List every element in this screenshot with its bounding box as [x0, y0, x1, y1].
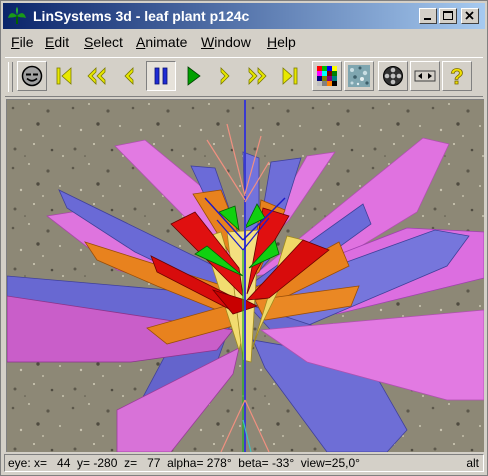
help-button[interactable]: ? — [442, 61, 472, 91]
toolbar: ? — [5, 57, 483, 97]
minimize-button[interactable] — [419, 8, 437, 24]
rewind-icon — [87, 67, 106, 85]
play-button[interactable] — [178, 61, 208, 91]
rewind-button[interactable] — [82, 61, 112, 91]
status-bar: eye: x= 44 y= -280 z= 77 alpha= 278° bet… — [4, 454, 484, 472]
toolbar-grip[interactable] — [8, 62, 13, 92]
menu-animate[interactable]: Animate — [136, 34, 187, 50]
app-window: LinSystems 3d - leaf plant p124c File Ed… — [0, 0, 488, 476]
menu-file[interactable]: File — [11, 34, 34, 50]
camera-status: eye: x= 44 y= -280 z= 77 alpha= 278° bet… — [8, 456, 360, 470]
first-frame-icon — [56, 67, 72, 85]
step-forward-icon — [220, 67, 230, 85]
render-viewport[interactable] — [6, 99, 484, 452]
close-button[interactable] — [461, 8, 479, 24]
maximize-icon — [443, 11, 453, 20]
film-reel-button[interactable] — [378, 61, 408, 91]
step-back-icon — [124, 67, 134, 85]
color-palette-icon — [317, 66, 337, 86]
texture-icon — [348, 65, 370, 87]
help-icon: ? — [450, 65, 464, 87]
step-forward-button[interactable] — [210, 61, 240, 91]
first-frame-button[interactable] — [50, 61, 80, 91]
menu-window[interactable]: Window — [201, 34, 251, 50]
last-frame-button[interactable] — [274, 61, 304, 91]
menu-select[interactable]: Select — [84, 34, 123, 50]
pause-icon — [154, 67, 168, 85]
size-toggle-button[interactable] — [410, 61, 440, 91]
close-icon — [465, 11, 474, 20]
step-back-button[interactable] — [114, 61, 144, 91]
plant-render — [7, 100, 484, 452]
play-icon — [187, 66, 201, 86]
size-toggle-icon — [414, 70, 436, 82]
mode-indicator: alt — [466, 456, 479, 470]
fast-forward-icon — [248, 67, 267, 85]
smiley-button[interactable] — [17, 61, 47, 91]
plant-app-icon — [8, 7, 26, 24]
svg-text:?: ? — [450, 65, 463, 87]
minimize-icon — [424, 18, 431, 20]
texture-button[interactable] — [344, 61, 374, 91]
menu-help[interactable]: Help — [267, 34, 296, 50]
window-title: LinSystems 3d - leaf plant p124c — [33, 8, 250, 24]
pause-button[interactable] — [146, 61, 176, 91]
color-palette-button[interactable] — [312, 61, 342, 91]
maximize-button[interactable] — [439, 8, 457, 24]
last-frame-icon — [282, 67, 298, 85]
menu-bar: File Edit Select Animate Window Help — [3, 31, 485, 53]
menu-edit[interactable]: Edit — [45, 34, 69, 50]
smiley-icon — [21, 65, 43, 87]
fast-forward-button[interactable] — [242, 61, 272, 91]
film-reel-icon — [383, 66, 403, 86]
title-bar[interactable]: LinSystems 3d - leaf plant p124c — [3, 3, 485, 29]
